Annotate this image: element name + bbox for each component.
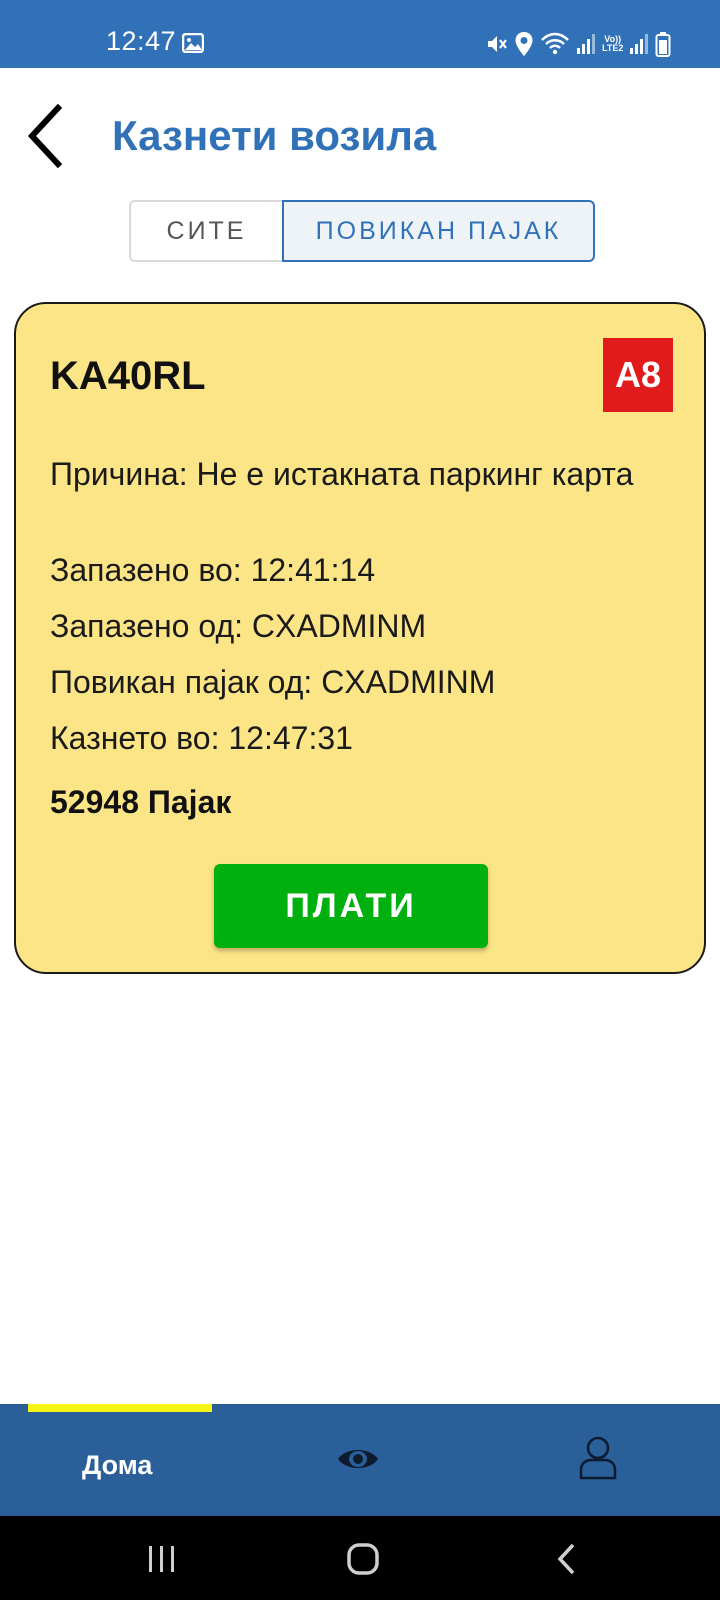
recent-apps-icon[interactable] [146,1544,178,1579]
filter-tabs: СИТЕ ПОВИКАН ПАЈАК [129,200,595,262]
image-notification-icon [181,32,205,58]
pay-button[interactable]: ПЛАТИ [214,864,488,948]
active-tab-indicator [28,1404,212,1412]
system-nav-bar [0,1516,720,1600]
reason-text: Причина: Не е истакната паркинг карта [50,456,634,492]
profile-icon[interactable] [578,1436,618,1485]
volte-icon: Vo)) LTE2 [602,35,623,53]
status-icons: Vo)) LTE2 [484,30,671,58]
status-bar: 12:47 Vo)) LTE2 [0,0,720,68]
eye-icon[interactable] [336,1444,380,1479]
saved-by-text: Запазено од: CXADMINM [50,608,427,644]
signal-icon [576,33,596,55]
license-plate: KA40RL [50,354,206,398]
signal-icon-2 [629,33,649,55]
fined-at-text: Казнето во: 12:47:31 [50,720,353,756]
wifi-icon [540,32,570,56]
tow-called-by-text: Повикан пајак од: CXADMINM [50,664,496,700]
tow-id-text: 52948 Пајак [50,784,232,820]
back-arrow-icon[interactable] [24,103,74,169]
volte-label-bottom: LTE2 [602,43,624,53]
saved-at-text: Запазено во: 12:41:14 [50,552,376,588]
mute-icon [484,32,508,56]
tab-all[interactable]: СИТЕ [129,200,282,262]
tab-tow-called[interactable]: ПОВИКАН ПАЈАК [282,200,595,262]
page-title: Казнети возила [112,112,437,159]
fined-vehicle-card: KA40RL A8 Причина: Не е истакната паркин… [14,302,706,974]
home-icon[interactable] [346,1542,380,1581]
zone-badge: A8 [603,338,673,412]
nav-home[interactable]: Дома [82,1450,152,1481]
status-time: 12:47 [106,26,177,56]
back-icon[interactable] [556,1542,578,1581]
location-icon [514,31,534,57]
battery-icon [655,31,671,57]
bottom-nav: Дома [0,1404,720,1516]
